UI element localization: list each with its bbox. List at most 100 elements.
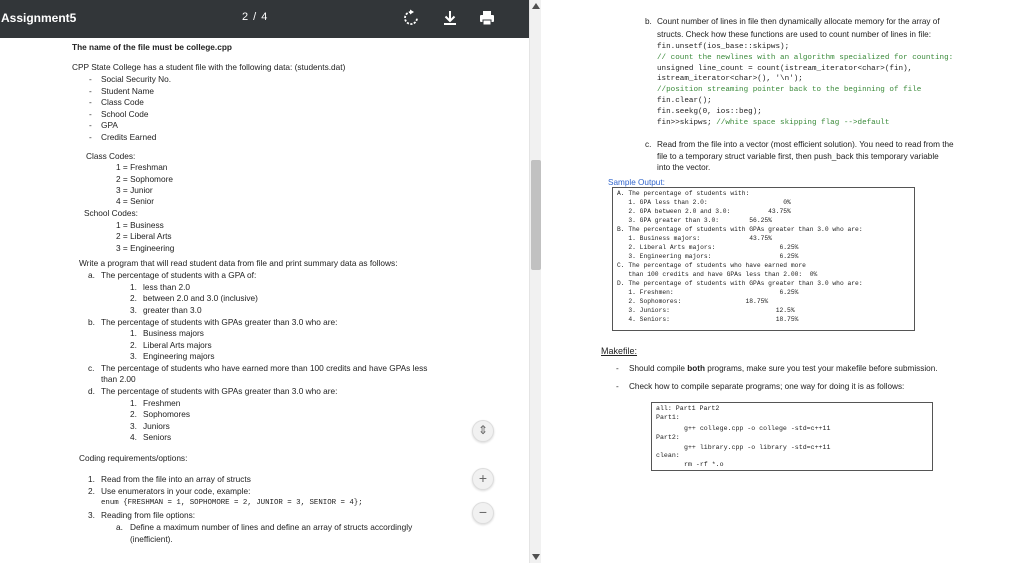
sub-number: 1. xyxy=(130,282,137,292)
b-text-line1: Count number of lines in file then dynam… xyxy=(657,17,940,26)
sample-line: A. The percentage of students with: xyxy=(617,190,750,197)
sub-item: less than 2.0 xyxy=(143,282,191,292)
pdf-toolbar: Assignment5 2 / 4 xyxy=(0,0,529,38)
item-c-marker: c. xyxy=(645,140,652,149)
school-code-item: 2 = Liberal Arts xyxy=(116,231,172,241)
school-codes-label: School Codes: xyxy=(84,208,138,218)
sub-number: 3. xyxy=(130,305,137,315)
sample-line: 1. GPA less than 2.0: 0% xyxy=(617,199,791,206)
code-comment: // count the newlines with an algorithm … xyxy=(657,54,954,62)
sub-number: 4. xyxy=(130,432,137,442)
class-code-item: 4 = Senior xyxy=(116,196,155,206)
item-b-marker: b. xyxy=(88,317,95,327)
school-code-item: 1 = Business xyxy=(116,220,164,230)
field-item: GPA xyxy=(101,120,118,130)
sub-number: 2. xyxy=(130,340,137,350)
field-item: Credits Earned xyxy=(101,132,157,142)
sample-line: 3. Juniors: 12.5% xyxy=(617,307,795,314)
enum-example: enum {FRESHMAN = 1, SOPHOMORE = 2, JUNIO… xyxy=(101,499,363,507)
field-item: Student Name xyxy=(101,86,155,96)
field-bullet: - xyxy=(89,74,92,84)
sample-output-box: A. The percentage of students with: 1. G… xyxy=(612,187,915,331)
code-line: fin.clear(); xyxy=(657,97,712,105)
code-line: fin.unsetf(ios_base::skipws); xyxy=(657,43,790,51)
req-item: Read from the file into an array of stru… xyxy=(101,474,251,484)
sample-line: 2. Sophomores: 18.75% xyxy=(617,298,769,305)
coding-requirements-label: Coding requirements/options: xyxy=(79,453,188,463)
bullet-bold-text: both xyxy=(687,364,705,373)
c-text-line3: into the vector. xyxy=(657,163,711,172)
sample-line: 3. Engineering majors: 6.25% xyxy=(617,253,799,260)
item-a: The percentage of students with a GPA of… xyxy=(101,270,257,280)
sample-line: 1. Freshmen: 6.25% xyxy=(617,289,799,296)
page-indicator[interactable]: 2 / 4 xyxy=(242,11,268,23)
class-code-item: 2 = Sophomore xyxy=(116,174,173,184)
sample-line: 4. Seniors: 18.75% xyxy=(617,316,799,323)
code-line: unsigned line_count = count(istream_iter… xyxy=(657,65,913,73)
b-text-line2: structs. Check how these functions are u… xyxy=(657,30,931,39)
download-icon[interactable] xyxy=(441,9,459,27)
makefile-line: Part2: xyxy=(656,434,680,441)
req-sub-item: Define a maximum number of lines and def… xyxy=(130,522,413,532)
makefile-line: rm -rf *.o xyxy=(684,461,724,468)
document-title: Assignment5 xyxy=(1,11,77,25)
pdf-page: The name of the file must be college.cpp… xyxy=(0,38,529,563)
req-sub-item: (inefficient). xyxy=(130,534,173,544)
req-number: 3. xyxy=(88,510,95,520)
sub-item: Liberal Arts majors xyxy=(143,340,212,350)
rotate-icon[interactable] xyxy=(402,9,420,27)
c-text-line2: file to a temporary struct variable firs… xyxy=(657,152,939,161)
assignment-page: b. Count number of lines in file then dy… xyxy=(541,0,1024,563)
req-item: Use enumerators in your code, example: xyxy=(101,486,251,496)
print-icon[interactable] xyxy=(478,9,496,27)
pdf-viewer: Assignment5 2 / 4 The name of the file m… xyxy=(0,0,529,563)
sub-item: Business majors xyxy=(143,328,204,338)
code-comment: //position streaming pointer back to the… xyxy=(657,86,922,94)
bullet-dash: - xyxy=(616,382,619,391)
sub-number: 3. xyxy=(130,351,137,361)
field-bullet: - xyxy=(89,120,92,130)
sub-item: Engineering majors xyxy=(143,351,215,361)
makefile-line: g++ library.cpp -o library -std=c++11 xyxy=(684,444,831,451)
code-line: istream_iterator<char>(), '\n'); xyxy=(657,75,803,83)
field-bullet: - xyxy=(89,109,92,119)
sub-item: Sophomores xyxy=(143,409,191,419)
scroll-thumb[interactable] xyxy=(531,160,541,270)
makefile-line: Part1: xyxy=(656,414,680,421)
bullet-text: programs, make sure you test your makefi… xyxy=(705,364,938,373)
sample-line: than 100 credits and have GPAs less than… xyxy=(617,271,818,278)
code-line-last: fin>>skipws; //white space skipping flag… xyxy=(657,118,889,129)
zoom-in-button[interactable]: + xyxy=(472,468,494,490)
bullet-dash: - xyxy=(616,364,619,373)
makefile-line: clean: xyxy=(656,452,680,459)
scroll-up-icon[interactable] xyxy=(532,3,540,9)
sample-line: 2. GPA between 2.0 and 3.0: 43.75% xyxy=(617,208,791,215)
field-bullet: - xyxy=(89,86,92,96)
makefile-bullet-2: Check how to compile separate programs; … xyxy=(629,382,905,391)
class-code-item: 1 = Freshman xyxy=(116,162,168,172)
field-item: School Code xyxy=(101,109,149,119)
file-name-note: The name of the file must be college.cpp xyxy=(72,42,232,52)
makefile-bullet-1: Should compile both programs, make sure … xyxy=(629,363,938,375)
scroll-down-icon[interactable] xyxy=(532,554,540,560)
bullet-text: Should compile xyxy=(629,364,688,373)
intro-text: CPP State College has a student file wit… xyxy=(72,62,346,72)
school-code-item: 3 = Engineering xyxy=(116,243,175,253)
code-comment: //white space skipping flag -->default xyxy=(711,119,890,127)
item-c-line1: The percentage of students who have earn… xyxy=(101,363,428,373)
sub-item: between 2.0 and 3.0 (inclusive) xyxy=(143,293,258,303)
fit-page-button[interactable]: ⇕ xyxy=(472,420,494,442)
zoom-out-button[interactable]: − xyxy=(472,502,494,524)
makefile-line: g++ college.cpp -o college -std=c++11 xyxy=(684,425,831,432)
class-code-item: 3 = Junior xyxy=(116,185,153,195)
field-item: Class Code xyxy=(101,97,144,107)
sample-line: 1. Business majors: 43.75% xyxy=(617,235,772,242)
program-intro: Write a program that will read student d… xyxy=(79,258,398,268)
req-sub-marker: a. xyxy=(116,522,123,532)
sample-line: C. The percentage of students who have e… xyxy=(617,262,806,269)
class-codes-label: Class Codes: xyxy=(86,151,136,161)
sample-line: 3. GPA greater than 3.0: 56.25% xyxy=(617,217,772,224)
req-number: 2. xyxy=(88,486,95,496)
c-text-line1: Read from the file into a vector (most e… xyxy=(657,140,954,149)
item-b: The percentage of students with GPAs gre… xyxy=(101,317,338,327)
